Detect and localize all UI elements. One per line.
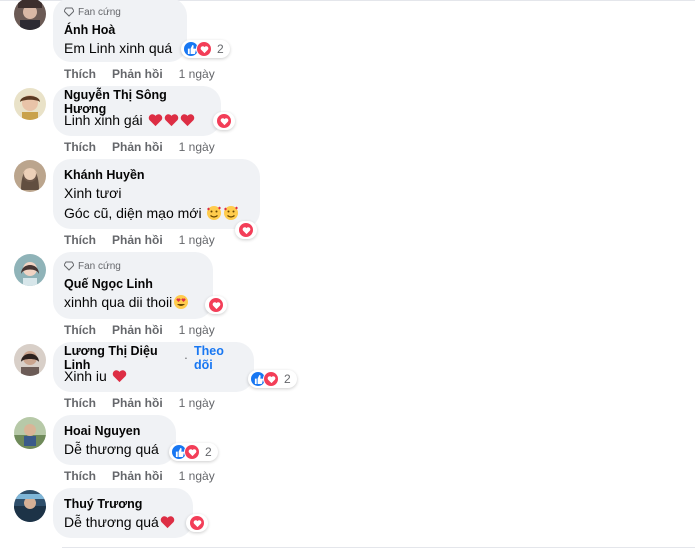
- comment-bubble: Nguyễn Thị Sông Hương Linh xinh gái: [53, 86, 221, 136]
- avatar[interactable]: [14, 417, 46, 449]
- love-reaction-icon: [238, 222, 254, 238]
- comment-bubble: Thuý Trương Dễ thương quá: [53, 488, 193, 538]
- timestamp[interactable]: 1 ngày: [179, 396, 215, 410]
- reaction-summary[interactable]: [186, 514, 208, 532]
- timestamp[interactable]: 1 ngày: [179, 67, 215, 81]
- fan-badge[interactable]: Fan cứng: [64, 260, 201, 272]
- red-heart-emoji-icon: [112, 370, 126, 383]
- comment-bubble: Fan cứng Quế Ngọc Linh xinhh qua dii tho…: [53, 252, 213, 319]
- like-button[interactable]: Thích: [64, 323, 96, 337]
- reaction-summary[interactable]: 2: [181, 40, 230, 58]
- commenter-name[interactable]: Quế Ngọc Linh: [64, 277, 153, 291]
- reaction-summary[interactable]: 2: [248, 370, 297, 388]
- red-heart-emoji-icon: [180, 114, 194, 127]
- love-reaction-icon: [263, 371, 279, 387]
- timestamp[interactable]: 1 ngày: [179, 140, 215, 154]
- reply-button[interactable]: Phản hồi: [112, 323, 163, 337]
- reaction-summary[interactable]: [205, 296, 227, 314]
- reply-button[interactable]: Phản hồi: [112, 140, 163, 154]
- diamond-icon: [64, 261, 74, 271]
- avatar[interactable]: [14, 344, 46, 376]
- follow-button[interactable]: Theo dõi: [194, 344, 242, 372]
- timestamp[interactable]: 1 ngày: [179, 323, 215, 337]
- fan-badge-label: Fan cứng: [78, 260, 121, 272]
- reaction-count: 2: [284, 372, 291, 386]
- like-button[interactable]: Thích: [64, 140, 96, 154]
- like-button[interactable]: Thích: [64, 396, 96, 410]
- separator-dot: ·: [183, 351, 188, 365]
- diamond-icon: [64, 7, 74, 17]
- reply-button[interactable]: Phản hồi: [112, 233, 163, 247]
- like-button[interactable]: Thích: [64, 67, 96, 81]
- comment-bubble: Hoai Nguyen Dễ thương quá: [53, 415, 176, 465]
- reply-button[interactable]: Phản hồi: [112, 67, 163, 81]
- red-heart-emoji-icon: [160, 516, 175, 529]
- reaction-count: 2: [205, 445, 212, 459]
- like-button[interactable]: Thích: [64, 233, 96, 247]
- love-reaction-icon: [189, 515, 205, 531]
- love-reaction-icon: [196, 41, 212, 57]
- reaction-summary[interactable]: 2: [169, 443, 218, 461]
- love-reaction-icon: [208, 297, 224, 313]
- avatar[interactable]: [14, 88, 46, 120]
- fan-badge[interactable]: Fan cứng: [64, 6, 175, 18]
- commenter-name[interactable]: Khánh Huyền: [64, 168, 145, 182]
- like-button[interactable]: Thích: [64, 469, 96, 483]
- comment-bubble: Fan cứng Ánh Hoà Em Linh xinh quá: [53, 0, 187, 62]
- comment-text: Xinh iu: [64, 368, 107, 384]
- commenter-name[interactable]: Ánh Hoà: [64, 23, 115, 37]
- comment-text: Dễ thương quá: [64, 514, 159, 530]
- reaction-count: 2: [217, 42, 224, 56]
- fan-badge-label: Fan cứng: [78, 6, 121, 18]
- commenter-name[interactable]: Hoai Nguyen: [64, 424, 140, 438]
- red-heart-emoji-icon: [164, 114, 178, 127]
- comment-bubble: Khánh Huyền Xinh tươi Góc cũ, diện mạo m…: [53, 159, 260, 229]
- comment-text: Em Linh xinh quá: [64, 40, 173, 56]
- love-reaction-icon: [184, 444, 200, 460]
- red-heart-emoji-icon: [148, 114, 162, 127]
- timestamp[interactable]: 1 ngày: [179, 233, 215, 247]
- comment-text: xinhh qua dii thoii: [64, 294, 173, 310]
- reaction-summary[interactable]: [213, 112, 235, 130]
- avatar[interactable]: [14, 0, 46, 30]
- love-reaction-icon: [216, 113, 232, 129]
- comment-text: Góc cũ, diện mạo mới: [64, 205, 202, 221]
- comment-text: Linh xinh gái: [64, 112, 143, 128]
- smiling-face-with-hearts-emoji-icon: [207, 206, 222, 220]
- reply-button[interactable]: Phản hồi: [112, 469, 163, 483]
- comment-text: Dễ thương quá: [64, 441, 159, 457]
- avatar[interactable]: [14, 490, 46, 522]
- comment-bubble: Lương Thị Diệu Linh · Theo dõi Xinh iu: [53, 342, 254, 392]
- reaction-summary[interactable]: [235, 221, 257, 239]
- avatar[interactable]: [14, 254, 46, 286]
- comment-text: Xinh tươi: [64, 185, 122, 201]
- avatar[interactable]: [14, 160, 46, 192]
- reply-button[interactable]: Phản hồi: [112, 396, 163, 410]
- commenter-name[interactable]: Thuý Trương: [64, 497, 142, 511]
- heart-eyes-emoji-icon: [174, 295, 189, 309]
- smiling-face-with-hearts-emoji-icon: [224, 206, 239, 220]
- timestamp[interactable]: 1 ngày: [179, 469, 215, 483]
